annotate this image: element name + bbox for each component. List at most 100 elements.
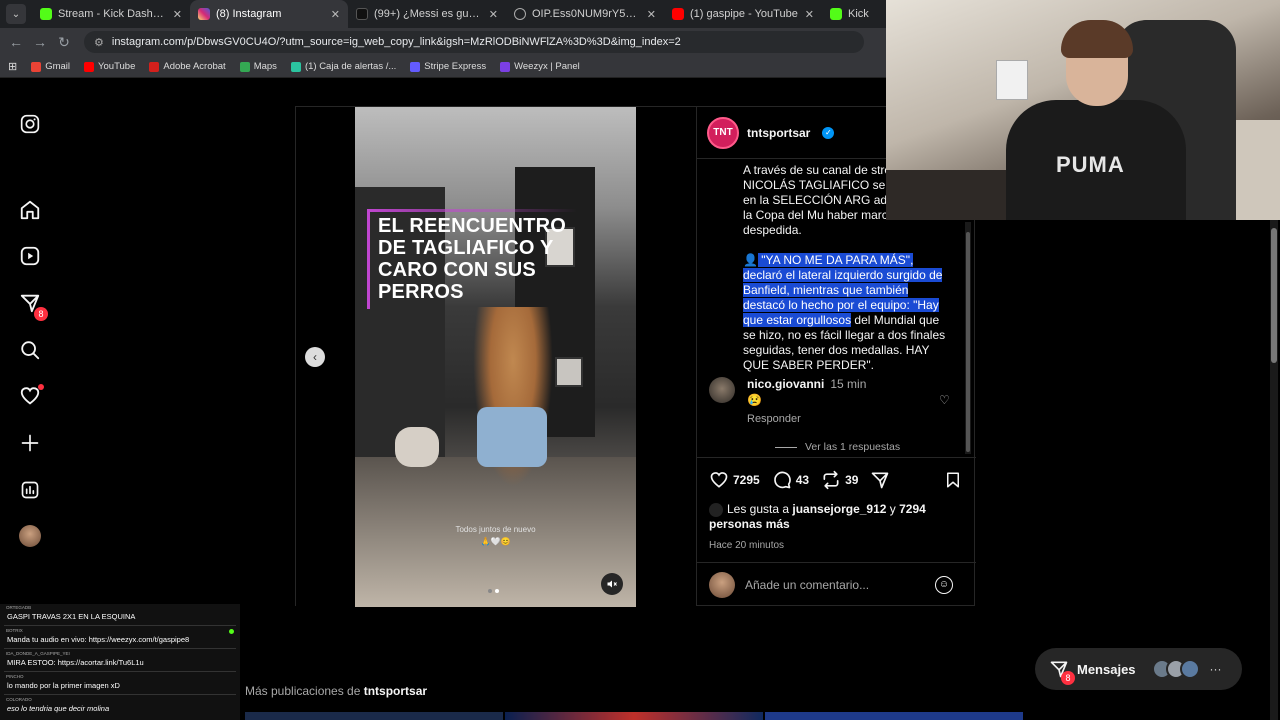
close-tab-icon[interactable]: ✕ xyxy=(805,8,814,21)
tab-kick-dashboard[interactable]: Stream - Kick Dashboard ✕ xyxy=(32,0,190,28)
bookmark-youtube[interactable]: YouTube xyxy=(84,61,135,72)
bookmark-label: Adobe Acrobat xyxy=(163,61,226,72)
carousel-dots xyxy=(488,589,499,593)
reply-button[interactable]: Responder xyxy=(747,413,801,425)
bookmark-adobe-acrobat[interactable]: Adobe Acrobat xyxy=(149,61,226,72)
tab-instagram[interactable]: (8) Instagram ✕ xyxy=(190,0,348,28)
like-comment-icon[interactable]: ♡ xyxy=(939,393,950,407)
notifications-badge: 8 xyxy=(34,307,48,321)
bookmark-caja-alertas[interactable]: (1) Caja de alertas /... xyxy=(290,61,397,72)
close-tab-icon[interactable]: ✕ xyxy=(331,8,340,21)
post-thumbnail[interactable] xyxy=(505,712,763,720)
avatar xyxy=(19,525,41,547)
chat-text: eso lo tendria que decir molina xyxy=(7,704,110,713)
close-tab-icon[interactable]: ✕ xyxy=(173,8,182,21)
close-tab-icon[interactable]: ✕ xyxy=(489,8,498,21)
messages-badge: 8 xyxy=(1061,671,1075,685)
gmail-icon xyxy=(31,61,42,72)
reel-video[interactable]: EL REENCUENTRO DE TAGLIAFICO Y CARO CON … xyxy=(355,107,636,607)
reels-icon[interactable] xyxy=(18,244,42,268)
emoji-picker-icon[interactable]: ☺ xyxy=(935,575,953,594)
home-icon[interactable] xyxy=(18,198,42,222)
address-bar[interactable]: ⚙ instagram.com/p/DbwsGV0CU4O/?utm_sourc… xyxy=(84,31,864,53)
bookmark-label: (1) Caja de alertas /... xyxy=(304,61,397,72)
comment-username[interactable]: nico.giovanni xyxy=(747,377,824,391)
dashboard-icon[interactable] xyxy=(18,478,42,502)
view-replies-button[interactable]: Ver las 1 respuestas xyxy=(775,441,900,453)
bookmark-maps[interactable]: Maps xyxy=(239,61,277,72)
caption-paragraph-2: 👤 "YA NO ME DA PARA MÁS", declaró el lat… xyxy=(743,253,953,373)
like-button[interactable]: 7295 xyxy=(709,470,760,490)
tab-tiktok[interactable]: (99+) ¿Messi es guapo o feo? De ✕ xyxy=(348,0,506,28)
repost-button[interactable]: 39 xyxy=(821,470,858,490)
comment-button[interactable]: 43 xyxy=(772,470,809,490)
previous-slide-button[interactable]: ‹ xyxy=(305,347,325,367)
chat-message: IDA_DONDE_A_GASPIPE_YEI MIRA ESTOO: http… xyxy=(4,650,236,672)
left-navigation: 8 xyxy=(0,78,60,608)
instagram-logo-icon[interactable] xyxy=(18,112,42,136)
kick-favicon-icon xyxy=(830,8,842,20)
instagram-favicon-icon xyxy=(198,8,210,20)
apps-grid-icon[interactable]: ⊞ xyxy=(8,60,17,73)
site-info-icon[interactable]: ⚙ xyxy=(94,36,104,49)
search-icon[interactable] xyxy=(18,338,42,362)
chat-text: Manda tu audio en vivo: https://weezyx.c… xyxy=(7,635,190,644)
create-plus-icon[interactable] xyxy=(18,431,42,455)
chat-message: BOTRIX Manda tu audio en vivo: https://w… xyxy=(4,627,236,649)
tab-image[interactable]: OIP.Ess0NUM9rY5d-qZAnuvBN ✕ xyxy=(506,0,664,28)
comment-user[interactable]: nico.giovanni 15 min xyxy=(747,377,866,391)
screen: ⌄ Stream - Kick Dashboard ✕ (8) Instagra… xyxy=(0,0,1280,720)
bookmark-stripe-express[interactable]: Stripe Express xyxy=(410,61,486,72)
chat-username: BOTRIX xyxy=(6,628,23,633)
globe-icon xyxy=(514,8,526,20)
post-username[interactable]: tntsportsar xyxy=(747,126,810,140)
action-row: 7295 43 39 xyxy=(709,470,896,490)
tnt-sports-avatar[interactable]: TNT xyxy=(707,116,739,149)
tiktok-favicon-icon xyxy=(356,8,368,20)
speaker-muted-icon xyxy=(607,580,617,588)
comments-scroll-thumb[interactable] xyxy=(966,232,970,452)
tab-title: (8) Instagram xyxy=(216,8,282,20)
messages-nav-icon[interactable]: 8 xyxy=(18,291,48,321)
bookmark-weezyx[interactable]: Weezyx | Panel xyxy=(500,61,580,72)
url-text: instagram.com/p/DbwsGV0CU4O/?utm_source=… xyxy=(111,36,681,48)
more-posts-username[interactable]: tntsportsar xyxy=(364,684,427,698)
message-avatars xyxy=(1151,659,1200,679)
likes-mid: y xyxy=(886,502,900,516)
direct-message-icon: 8 xyxy=(1049,659,1075,685)
bookmark-icon xyxy=(947,472,959,488)
bookmark-gmail[interactable]: Gmail xyxy=(31,61,70,72)
page-scroll-thumb[interactable] xyxy=(1271,228,1277,363)
shirt-logo-text: PUMA xyxy=(1056,152,1125,177)
kick-favicon-icon xyxy=(40,8,52,20)
liker-avatar xyxy=(709,502,723,517)
tab-title: Stream - Kick Dashboard xyxy=(58,8,167,20)
tab-search-button[interactable]: ⌄ xyxy=(6,4,26,24)
video-subtitle: Todos juntos de nuevo xyxy=(455,525,536,534)
bot-badge-icon xyxy=(229,629,234,634)
alerts-icon xyxy=(290,61,301,72)
close-tab-icon[interactable]: ✕ xyxy=(647,8,656,21)
save-button[interactable] xyxy=(944,470,962,495)
post-thumbnail[interactable] xyxy=(765,712,1023,720)
share-button[interactable] xyxy=(870,470,890,490)
chat-message: PINCHO lo mando por la primer imagen xD xyxy=(4,673,236,695)
reload-icon[interactable]: ↻ xyxy=(52,34,76,51)
comment-input[interactable] xyxy=(745,577,925,592)
tab-kick[interactable]: Kick xyxy=(822,0,892,28)
chat-message: COLORADO eso lo tendria que decir molina xyxy=(4,696,236,718)
jeans-shape xyxy=(477,407,547,467)
heart-notifications-icon[interactable] xyxy=(18,384,44,408)
profile-avatar[interactable] xyxy=(18,524,42,548)
tab-youtube[interactable]: (1) gaspipe - YouTube ✕ xyxy=(664,0,822,28)
bookmark-label: Gmail xyxy=(45,61,71,72)
messages-label: Mensajes xyxy=(1077,661,1136,677)
liker-username[interactable]: juansejorge_912 xyxy=(792,502,886,516)
comment-avatar[interactable] xyxy=(709,377,735,403)
back-icon[interactable]: ← xyxy=(4,34,28,50)
post-thumbnail[interactable] xyxy=(245,712,503,720)
messages-button[interactable]: 8 Mensajes ··· xyxy=(1035,648,1242,690)
forward-icon[interactable]: → xyxy=(28,34,52,50)
mute-button[interactable] xyxy=(601,573,623,595)
post-timestamp: Hace 20 minutos xyxy=(709,540,785,551)
